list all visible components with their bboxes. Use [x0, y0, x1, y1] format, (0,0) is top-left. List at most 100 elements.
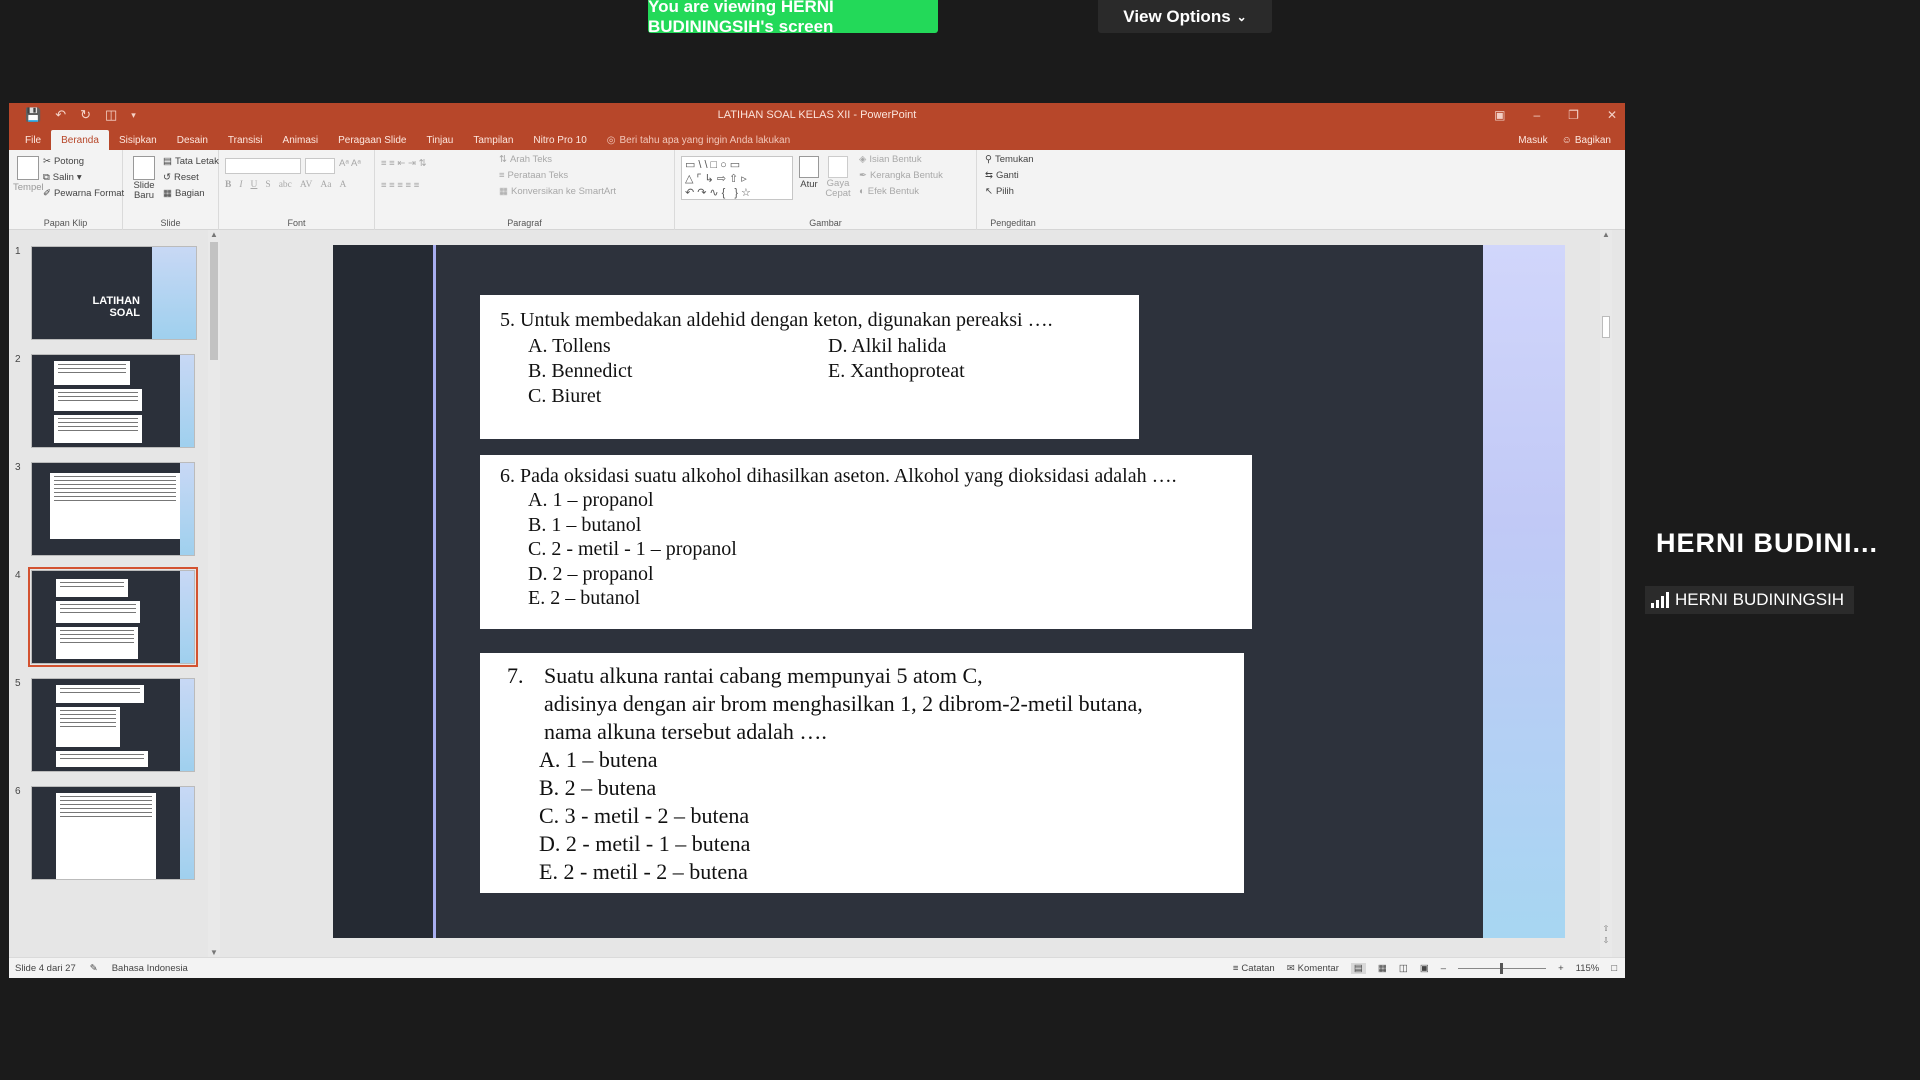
question-7-box[interactable]: 7. Suatu alkuna rantai cabang mempunyai …: [480, 653, 1244, 893]
arrange-button[interactable]: Atur: [799, 156, 819, 190]
shape-fill-button[interactable]: ◈ Isian Bentuk: [859, 154, 922, 165]
zoom-in-icon[interactable]: +: [1558, 963, 1564, 974]
font-name-field[interactable]: [225, 158, 301, 174]
tell-me-box[interactable]: ◎ Beri tahu apa yang ingin Anda lakukan: [607, 130, 790, 150]
restore-icon[interactable]: ❐: [1568, 108, 1579, 122]
format-painter-button[interactable]: ✐ Pewarna Format: [43, 188, 124, 199]
group-drawing: ▭\\□○▭ △⌜↳⇨⇧▹ ↶↷∿{ }☆ Atur Gaya Cepat ◈ Isi…: [675, 150, 977, 230]
grow-shrink-font[interactable]: Aᵃ Aᵃ: [339, 158, 361, 169]
thumbnail-gradient: [180, 463, 194, 555]
scroll-up-icon[interactable]: ▲: [1600, 230, 1612, 239]
thumbnail-number: 3: [15, 462, 21, 473]
signin-link[interactable]: Masuk: [1518, 135, 1547, 146]
reset-button[interactable]: ↺ Reset: [163, 172, 199, 183]
smartart-button[interactable]: ▦ Konversikan ke SmartArt: [499, 186, 616, 197]
find-label: Temukan: [994, 154, 1034, 165]
thumbnail-1[interactable]: 1 LATIHAN SOAL: [9, 246, 209, 366]
reading-view-icon[interactable]: ◫: [1399, 963, 1408, 974]
zoom-out-icon[interactable]: –: [1441, 963, 1446, 974]
scrollbar-thumb[interactable]: [210, 242, 218, 360]
current-slide[interactable]: 5. Untuk membedakan aldehid dengan keton…: [333, 245, 1565, 938]
tab-transisi[interactable]: Transisi: [218, 130, 273, 150]
thumbnail-3[interactable]: 3: [9, 462, 209, 582]
customize-qat-icon[interactable]: ▾: [131, 110, 136, 121]
question-5-box[interactable]: 5. Untuk membedakan aldehid dengan keton…: [480, 295, 1139, 439]
scroll-down-icon[interactable]: ▼: [208, 948, 220, 957]
close-icon[interactable]: ✕: [1607, 108, 1617, 122]
shape-outline-button[interactable]: ✒ Kerangka Bentuk: [859, 170, 943, 181]
tab-file[interactable]: File: [15, 130, 51, 150]
slideshow-icon[interactable]: ▣: [1420, 963, 1429, 974]
notes-icon: ≡: [1232, 963, 1239, 974]
shapes-gallery[interactable]: ▭\\□○▭ △⌜↳⇨⇧▹ ↶↷∿{ }☆: [681, 156, 793, 200]
copy-button[interactable]: ⧉ Salin ▾: [43, 172, 82, 183]
redo-icon[interactable]: ↻: [80, 107, 91, 123]
font-format-buttons[interactable]: B I U Sabc AV Aa A: [225, 180, 346, 190]
zoom-slider-knob[interactable]: [1500, 963, 1504, 974]
thumbnail-2[interactable]: 2: [9, 354, 209, 474]
share-button[interactable]: ☺ Bagikan: [1562, 135, 1611, 146]
list-buttons[interactable]: ≡ ≡ ⇤ ⇥ ⇅: [381, 158, 427, 169]
tab-peragaan-slide[interactable]: Peragaan Slide: [328, 130, 416, 150]
section-button[interactable]: ▦ Bagian: [163, 188, 205, 199]
comments-button[interactable]: ✉ Komentar: [1287, 963, 1339, 974]
select-button[interactable]: ↖ Pilih: [985, 186, 1014, 197]
paste-button[interactable]: Tempel: [13, 156, 44, 193]
signal-icon: [1651, 592, 1669, 608]
question-6-text: 6. Pada oksidasi suatu alkohol dihasilka…: [500, 465, 1177, 487]
zoom-level[interactable]: 115%: [1576, 963, 1600, 974]
group-font: Aᵃ Aᵃ B I U Sabc AV Aa A Font: [219, 150, 375, 230]
replace-button[interactable]: ⇆ Ganti: [985, 170, 1019, 181]
thumbnail-6[interactable]: 6: [9, 786, 209, 906]
layout-button[interactable]: ▤ Tata Letak: [163, 156, 219, 167]
present-icon[interactable]: ◫: [105, 107, 117, 123]
thumbnail-preview: [31, 354, 195, 448]
question-6-box[interactable]: 6. Pada oksidasi suatu alkohol dihasilka…: [480, 455, 1252, 629]
language-indicator[interactable]: Bahasa Indonesia: [112, 963, 188, 974]
tab-tinjau[interactable]: Tinjau: [417, 130, 464, 150]
shape-effects-button[interactable]: ◐ Efek Bentuk: [859, 186, 919, 197]
quick-styles-button[interactable]: Gaya Cepat: [825, 156, 851, 199]
quick-styles-label: Gaya Cepat: [825, 178, 851, 199]
tab-desain[interactable]: Desain: [167, 130, 218, 150]
cut-button[interactable]: ✂ Potong: [43, 156, 84, 167]
tab-tampilan[interactable]: Tampilan: [463, 130, 523, 150]
thumbnail-card: [54, 415, 142, 443]
tab-sisipkan[interactable]: Sisipkan: [109, 130, 167, 150]
fit-slide-icon[interactable]: □: [1611, 963, 1617, 974]
find-button[interactable]: ⚲ Temukan: [985, 154, 1034, 165]
thumbnail-5[interactable]: 5: [9, 678, 209, 798]
zoom-slider[interactable]: [1458, 963, 1547, 974]
layout-icon: ▤: [163, 156, 172, 167]
align-text-icon: ≡: [499, 170, 505, 181]
thumbnail-4[interactable]: 4: [9, 567, 209, 690]
editor-scrollbar[interactable]: ▲ ⇧ ⇩: [1600, 230, 1612, 957]
replace-label: Ganti: [995, 170, 1019, 181]
slide-sorter-icon[interactable]: ▦: [1378, 963, 1387, 974]
align-buttons[interactable]: ≡ ≡ ≡ ≡ ≡: [381, 180, 419, 191]
tab-animasi[interactable]: Animasi: [273, 130, 329, 150]
prev-slide-icon[interactable]: ⇧: [1600, 924, 1612, 933]
scroll-up-icon[interactable]: ▲: [208, 230, 220, 239]
normal-view-icon[interactable]: ▤: [1350, 963, 1366, 974]
scrollbar-thumb[interactable]: [1602, 316, 1610, 338]
new-slide-button[interactable]: Slide Baru: [129, 156, 159, 201]
next-slide-icon[interactable]: ⇩: [1600, 936, 1612, 945]
undo-icon[interactable]: ↶: [55, 107, 66, 123]
align-text-button[interactable]: ≡ Perataan Teks: [499, 170, 568, 181]
notes-button[interactable]: ≡ Catatan: [1233, 963, 1275, 974]
paste-label: Tempel: [13, 182, 44, 193]
font-size-field[interactable]: [305, 158, 335, 174]
option-b: B. 1 – butanol: [528, 514, 642, 536]
thumbnail-card: [56, 707, 120, 747]
text-direction-button[interactable]: ⇅ Arah Teks: [499, 154, 552, 165]
ribbon-display-icon[interactable]: ▣: [1494, 108, 1505, 122]
spellcheck-icon[interactable]: ✎: [90, 963, 98, 974]
thumbnail-scrollbar[interactable]: ▲ ▼: [208, 230, 220, 957]
tab-nitro[interactable]: Nitro Pro 10: [523, 130, 596, 150]
tab-beranda[interactable]: Beranda: [51, 130, 109, 150]
view-options-button[interactable]: View Options ⌄: [1098, 0, 1272, 33]
save-icon[interactable]: 💾: [25, 107, 41, 123]
minimize-icon[interactable]: –: [1533, 108, 1540, 122]
slide-editor: 5. Untuk membedakan aldehid dengan keton…: [222, 230, 1612, 957]
